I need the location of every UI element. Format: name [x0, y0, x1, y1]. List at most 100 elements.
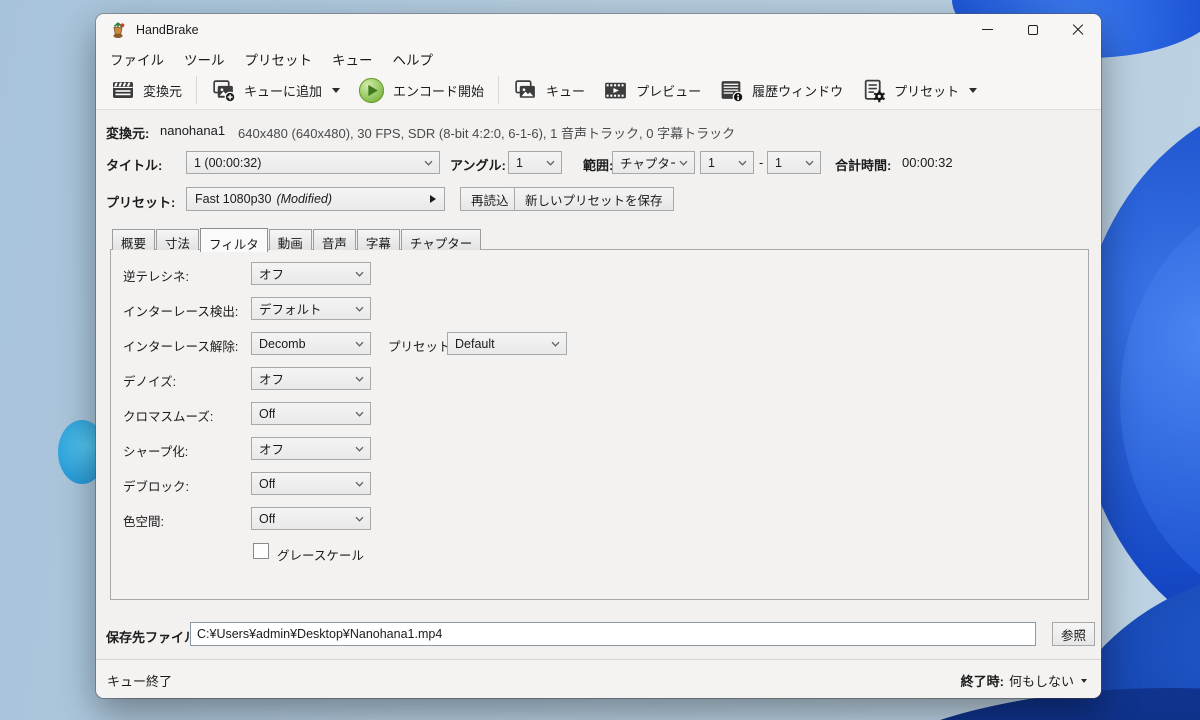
toolbar-separator — [196, 76, 198, 104]
denoise-select[interactable]: オフ — [251, 367, 371, 390]
chevron-down-icon — [424, 160, 433, 166]
menu-file[interactable]: ファイル — [100, 46, 174, 72]
tab-video[interactable]: 動画 — [268, 229, 312, 251]
denoise-label: デノイズ: — [123, 375, 177, 389]
title-select[interactable]: 1 (00:00:32) — [186, 151, 440, 174]
chevron-down-icon — [355, 376, 364, 382]
queue-icon — [515, 79, 535, 98]
chevron-down-icon — [969, 87, 978, 93]
close-button[interactable] — [1055, 14, 1100, 45]
chevron-down-icon — [805, 160, 814, 166]
chevron-down-icon — [355, 481, 364, 487]
menu-help[interactable]: ヘルプ — [383, 46, 444, 72]
reload-preset-button[interactable]: 再読込 — [460, 187, 520, 211]
source-name: nanohana1 — [160, 123, 226, 138]
when-done-control[interactable]: 終了時: 何もしない — [961, 671, 1087, 690]
preset-select[interactable]: Fast 1080p30 (Modified) — [186, 187, 445, 211]
tab-filters[interactable]: フィルタ — [200, 228, 268, 252]
colourspace-select[interactable]: Off — [251, 507, 371, 530]
status-message: キュー終了 — [107, 674, 173, 689]
chevron-down-icon — [546, 160, 555, 166]
title-bar[interactable]: HandBrake — [96, 14, 1101, 46]
colourspace-label: 色空間: — [123, 515, 164, 529]
minimize-button[interactable] — [965, 14, 1010, 45]
wallpaper-petal — [1120, 190, 1200, 610]
open-source-button[interactable]: 変換元 — [102, 78, 191, 102]
sharpen-label: シャープ化: — [123, 445, 189, 459]
when-done-value: 何もしない — [1008, 674, 1074, 689]
window-title: HandBrake — [136, 23, 199, 37]
preview-button[interactable]: プレビュー — [594, 78, 710, 103]
filters-panel: 逆テレシネ: オフ インターレース検出: デフォルト インターレース解除: De… — [110, 249, 1089, 600]
detelecine-select[interactable]: オフ — [251, 262, 371, 285]
tab-dimensions[interactable]: 寸法 — [156, 229, 200, 251]
menu-queue[interactable]: キュー — [322, 46, 383, 72]
preset-label: プリセット: — [106, 195, 176, 210]
start-encode-button[interactable]: エンコード開始 — [349, 77, 493, 104]
range-start-select[interactable]: 1 — [700, 151, 754, 174]
tab-summary[interactable]: 概要 — [112, 229, 156, 251]
queue-label: キュー — [546, 83, 586, 99]
deinterlace-preset-select[interactable]: Default — [447, 332, 567, 355]
preset-modified: (Modified) — [276, 192, 333, 206]
angle-select[interactable]: 1 — [508, 151, 562, 174]
sharpen-select[interactable]: オフ — [251, 437, 371, 460]
status-bar: キュー終了 終了時: 何もしない — [96, 659, 1101, 698]
menu-bar: ファイル ツール プリセット キュー ヘルプ — [100, 46, 443, 71]
toolbar-separator — [498, 76, 500, 104]
grayscale-checkbox[interactable] — [253, 543, 269, 559]
chevron-down-icon — [679, 160, 688, 166]
start-encode-label: エンコード開始 — [393, 83, 485, 99]
chevron-down-icon — [355, 341, 364, 347]
chroma-smooth-label: クロマスムーズ: — [123, 410, 214, 424]
deinterlace-preset-label: プリセット: — [388, 340, 454, 354]
toolbar: 変換元 キューに追加 エンコード開始 キュー プレビュー 履歴ウィンドウ プリセ… — [96, 71, 1101, 110]
chevron-down-icon — [332, 87, 341, 93]
chevron-down-icon — [355, 411, 364, 417]
deblock-select[interactable]: Off — [251, 472, 371, 495]
maximize-button[interactable] — [1010, 14, 1055, 45]
menu-tools[interactable]: ツール — [174, 46, 235, 72]
duration-label: 合計時間: — [835, 158, 892, 173]
handbrake-logo-icon — [113, 22, 125, 38]
deinterlace-label: インターレース解除: — [123, 340, 239, 354]
tab-audio[interactable]: 音声 — [312, 229, 356, 251]
maximize-icon — [1027, 24, 1038, 35]
activity-log-icon — [721, 80, 744, 102]
range-dash: - — [759, 155, 764, 170]
queue-button[interactable]: キュー — [504, 78, 594, 103]
deinterlace-select[interactable]: Decomb — [251, 332, 371, 355]
handbrake-window: HandBrake ファイル ツール プリセット キュー ヘルプ 変換元 キュー… — [96, 14, 1101, 698]
when-done-label: 終了時: — [960, 674, 1004, 689]
chevron-down-icon — [355, 271, 364, 277]
interlace-detection-select[interactable]: デフォルト — [251, 297, 371, 320]
tab-subtitles[interactable]: 字幕 — [356, 229, 400, 251]
menu-presets[interactable]: プリセット — [235, 46, 323, 72]
range-label: 範囲: — [583, 158, 614, 173]
destination-label: 保存先ファイル: — [106, 630, 202, 645]
activity-window-label: 履歴ウィンドウ — [752, 83, 844, 99]
destination-path-input[interactable]: C:¥Users¥admin¥Desktop¥Nanohana1.mp4 — [190, 622, 1036, 646]
interlace-detection-label: インターレース検出: — [123, 305, 239, 319]
range-end-select[interactable]: 1 — [767, 151, 821, 174]
add-to-queue-icon — [213, 79, 236, 102]
save-new-preset-button[interactable]: 新しいプリセットを保存 — [514, 187, 674, 211]
duration-value: 00:00:32 — [902, 155, 953, 170]
browse-button[interactable]: 参照 — [1052, 622, 1096, 646]
presets-button[interactable]: プリセット — [852, 78, 986, 103]
add-to-queue-button[interactable]: キューに追加 — [202, 78, 349, 103]
preview-label: プレビュー — [636, 83, 702, 99]
chevron-right-icon — [430, 195, 436, 203]
tab-chapters[interactable]: チャプター — [400, 229, 482, 251]
range-type-select[interactable]: チャプター — [612, 151, 695, 174]
source-details: 640x480 (640x480), 30 FPS, SDR (8-bit 4:… — [238, 126, 736, 141]
activity-window-button[interactable]: 履歴ウィンドウ — [710, 78, 852, 103]
deblock-label: デブロック: — [123, 480, 189, 494]
preview-icon — [605, 82, 626, 98]
play-icon — [358, 77, 385, 103]
presets-label: プリセット — [894, 83, 960, 99]
grayscale-label: グレースケール — [277, 549, 364, 563]
chroma-smooth-select[interactable]: Off — [251, 402, 371, 425]
chevron-down-icon — [355, 446, 364, 452]
close-icon — [1071, 23, 1085, 37]
